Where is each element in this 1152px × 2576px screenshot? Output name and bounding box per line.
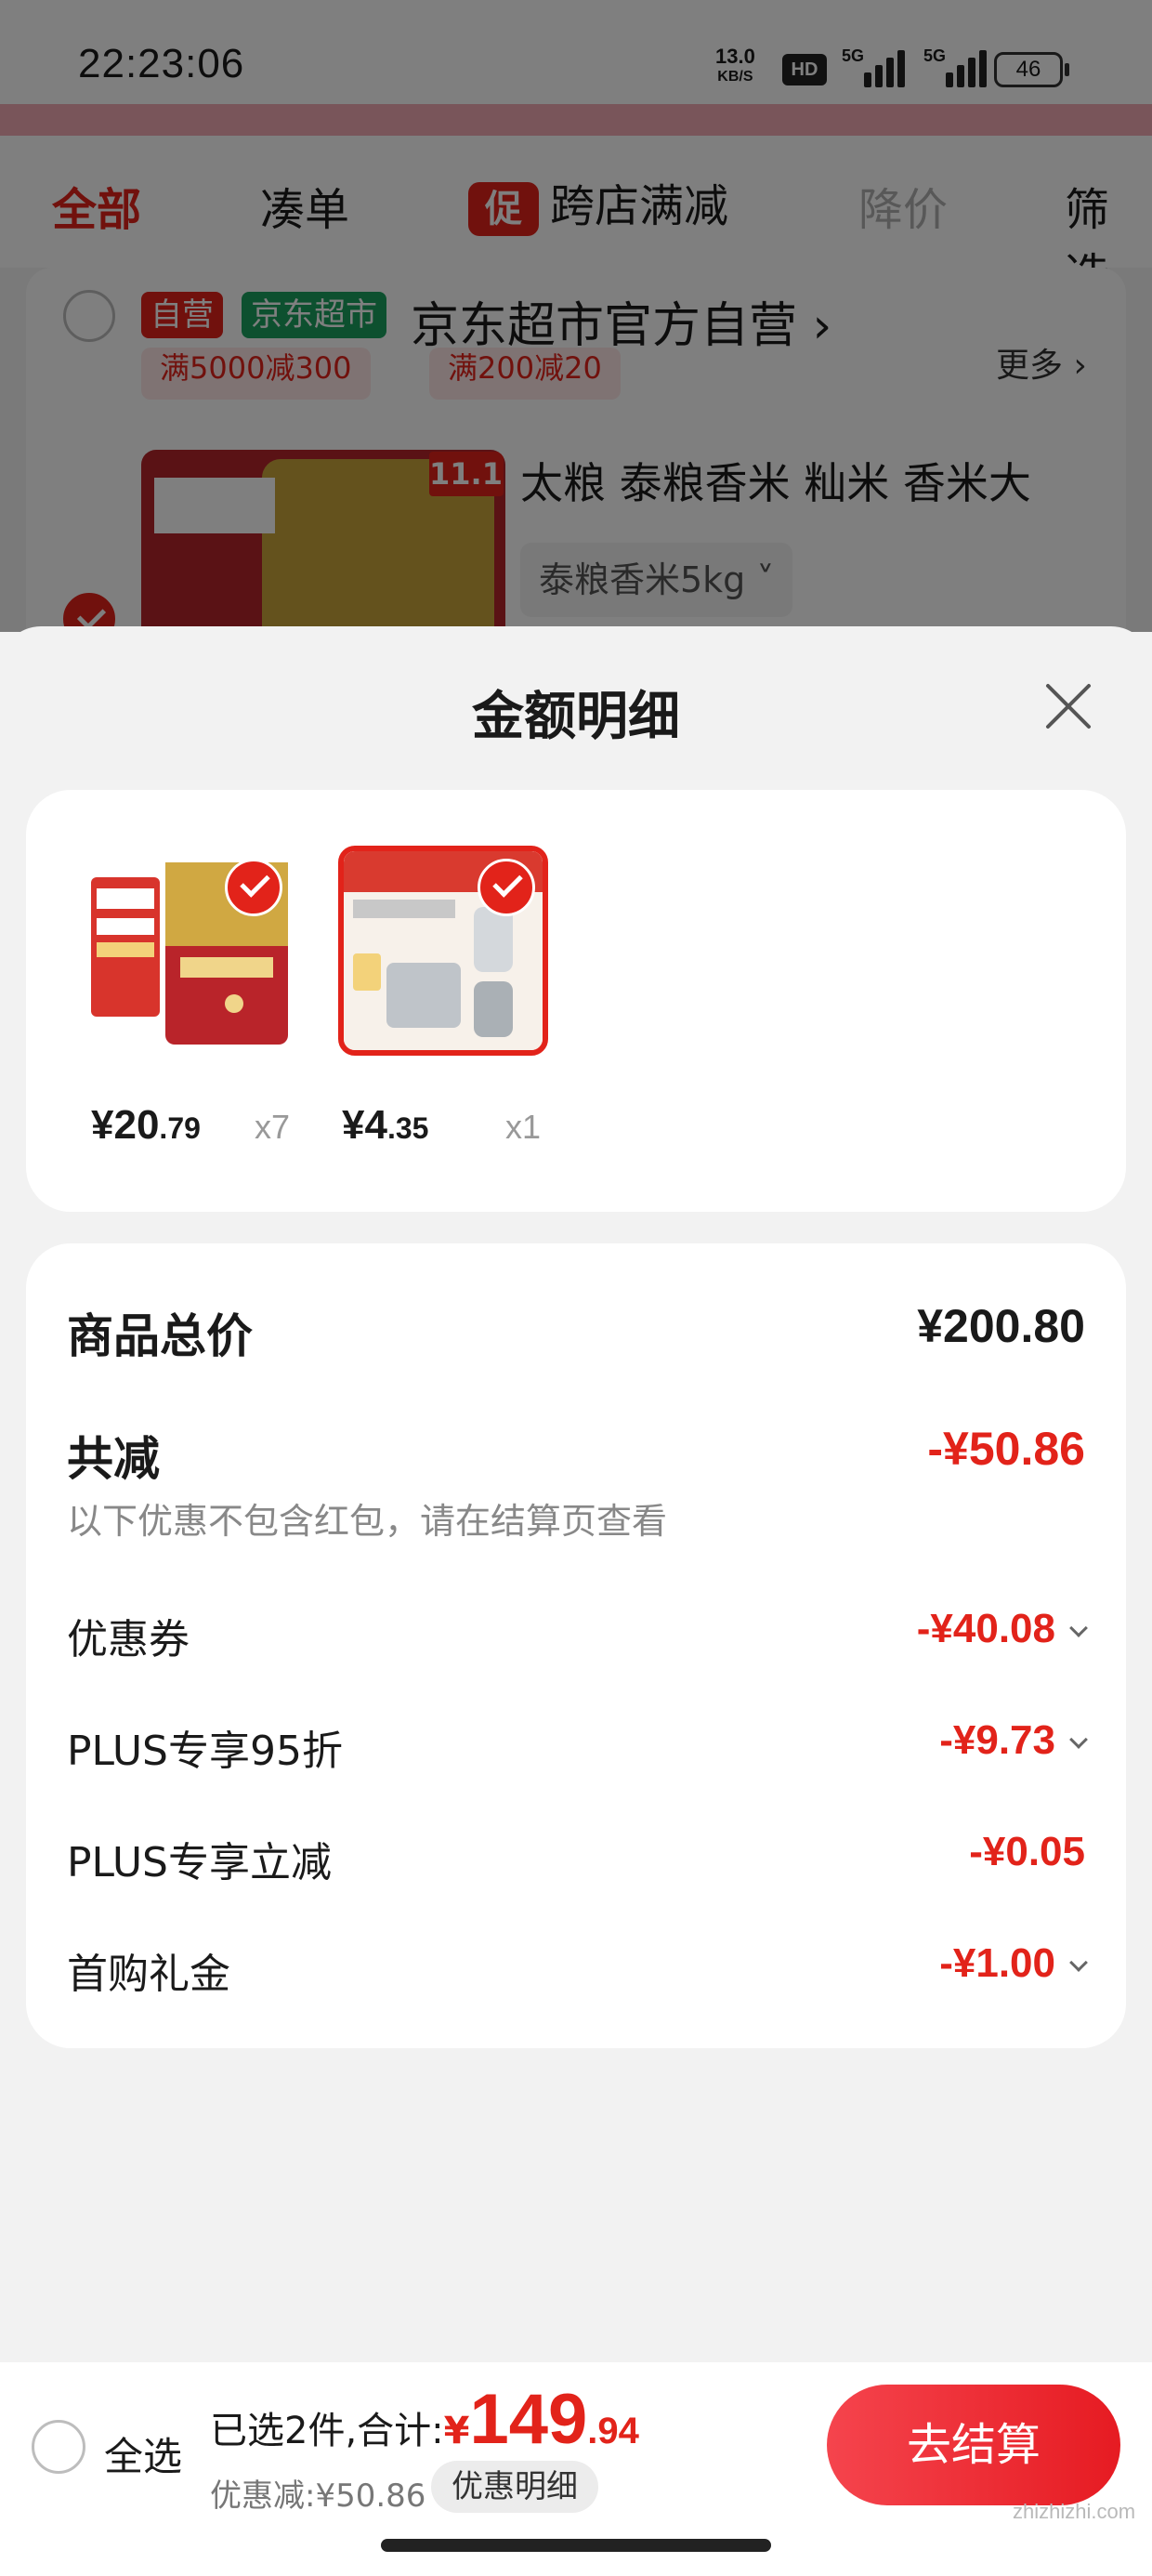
first-purchase-row[interactable]: 首购礼金 -¥1.00 (67, 1940, 1088, 2000)
gesture-nav-bar (0, 2526, 1152, 2576)
modal-scrim[interactable] (0, 0, 1152, 632)
total-price-label: 商品总价 (67, 1309, 253, 1363)
coupon-amount: -¥40.08 (916, 1606, 1055, 1651)
total-decimal: .94 (587, 2411, 639, 2451)
item-price: ¥20.79 (91, 1102, 201, 1149)
plus-instant-value: -¥0.05 (969, 1829, 1085, 1874)
item-quantity: x7 (255, 1108, 291, 1146)
selected-count-text: 已选2件,合计: (210, 2410, 444, 2452)
order-summary: 已选2件,合计:¥149.94 (210, 2379, 639, 2460)
select-all-radio[interactable] (32, 2420, 85, 2474)
chevron-down-icon (1069, 1953, 1088, 1972)
price-detail-sheet: 金额明细 ¥20.79 x7 ¥4.35 x1 商品总价 ¥200.80 共减 … (0, 626, 1152, 2362)
coupon-label: 优惠券 (67, 1616, 190, 1663)
plus-discount-row[interactable]: PLUS专享95折 -¥9.73 (67, 1717, 1088, 1777)
price-integer: ¥4 (342, 1102, 387, 1148)
price-decimal: .35 (386, 1111, 429, 1145)
item-thumbnail-sharpener[interactable] (338, 846, 548, 1056)
selected-items-card: ¥20.79 x7 ¥4.35 x1 (26, 790, 1126, 1212)
total-integer: 149 (469, 2380, 588, 2459)
total-price-row: 商品总价 ¥200.80 (67, 1299, 1085, 1364)
first-purchase-label: 首购礼金 (67, 1951, 230, 1998)
discount-detail-button[interactable]: 优惠明细 (431, 2461, 598, 2513)
sheet-title: 金额明细 (472, 687, 680, 747)
price-integer: ¥20 (91, 1102, 160, 1148)
plus-discount-label: PLUS专享95折 (67, 1728, 343, 1775)
item-price: ¥4.35 (342, 1102, 428, 1149)
total-reduction-label: 共减 (67, 1432, 160, 1486)
price-decimal: .79 (159, 1111, 201, 1145)
chevron-down-icon (1069, 1730, 1088, 1749)
checkout-button[interactable]: 去结算 (827, 2385, 1120, 2505)
plus-discount-amount: -¥9.73 (939, 1717, 1055, 1763)
coupon-row[interactable]: 优惠券 -¥40.08 (67, 1606, 1088, 1665)
plus-discount-value: -¥9.73 (939, 1717, 1088, 1764)
first-purchase-amount: -¥1.00 (939, 1940, 1055, 1986)
checkout-bar: 全选 已选2件,合计:¥149.94 优惠减:¥50.86 优惠明细 去结算 (0, 2362, 1152, 2526)
item-thumbnail-rice[interactable] (85, 846, 295, 1056)
plus-instant-label: PLUS专享立减 (67, 1839, 332, 1886)
plus-instant-row: PLUS专享立减 -¥0.05 (67, 1829, 1085, 1888)
total-reduction-value: -¥50.86 (927, 1423, 1085, 1475)
currency-symbol: ¥ (443, 2410, 470, 2452)
selected-check-icon (225, 859, 282, 916)
close-icon[interactable] (1041, 678, 1096, 734)
selected-check-icon (478, 859, 535, 916)
watermark: zhizhizhi.com (1013, 2500, 1136, 2523)
select-all-label[interactable]: 全选 (104, 2425, 182, 2482)
chevron-down-icon (1069, 1619, 1088, 1637)
discount-summary: 优惠减:¥50.86 (210, 2477, 426, 2515)
total-reduction-row: 共减 -¥50.86 (67, 1422, 1085, 1487)
item-quantity: x1 (505, 1108, 542, 1146)
red-packet-note: 以下优惠不包含红包，请在结算页查看 (67, 1501, 668, 1542)
price-breakdown-card: 商品总价 ¥200.80 共减 -¥50.86 以下优惠不包含红包，请在结算页查… (26, 1243, 1126, 2048)
total-price-value: ¥200.80 (917, 1300, 1085, 1352)
first-purchase-value: -¥1.00 (939, 1940, 1088, 1987)
coupon-value: -¥40.08 (916, 1606, 1088, 1652)
home-indicator[interactable] (381, 2539, 771, 2552)
